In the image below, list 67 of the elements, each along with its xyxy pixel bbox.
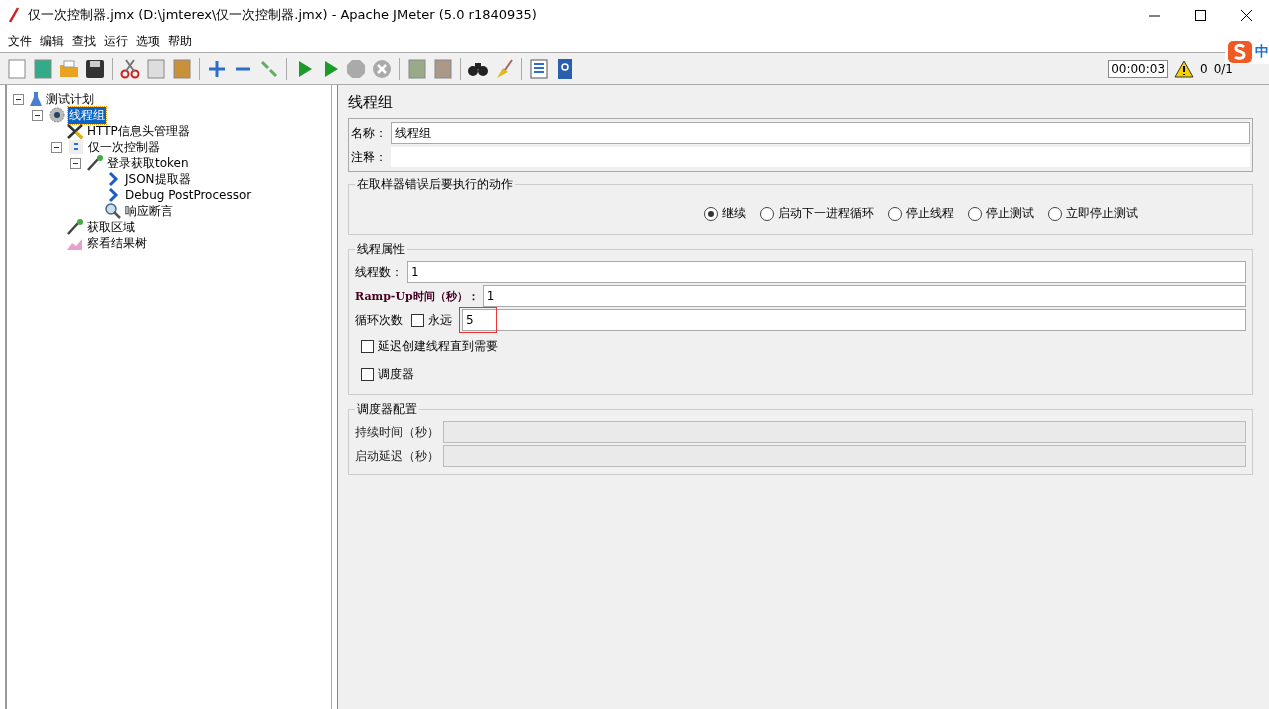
tree-item[interactable]: 获取区域	[86, 218, 136, 236]
maximize-icon	[1194, 9, 1206, 21]
highlight-box	[459, 307, 497, 333]
checkbox[interactable]: 调度器	[361, 365, 414, 383]
tree-item[interactable]: 仅一次控制器	[87, 138, 161, 156]
tree-item[interactable]: 察看结果树	[86, 234, 148, 252]
feather-icon	[8, 7, 20, 23]
close-icon	[1240, 9, 1252, 21]
loop-count-field[interactable]: 5	[462, 309, 1246, 331]
controller-icon	[67, 139, 85, 155]
magnifier-icon	[104, 203, 122, 219]
radio-option[interactable]: 立即停止测试	[1047, 205, 1138, 222]
tree-item[interactable]: HTTP信息头管理器	[86, 122, 191, 140]
ime-toolbar[interactable]: 中	[1225, 40, 1269, 64]
gear-icon	[48, 107, 66, 123]
collapse-toggle-icon[interactable]	[32, 109, 43, 121]
field-label: Ramp-Up时间（秒）：	[355, 288, 479, 304]
tree-item[interactable]: 测试计划	[45, 90, 95, 108]
pipette-icon	[86, 155, 104, 171]
elapsed-time: 00:00:03	[1108, 59, 1169, 78]
tree-item[interactable]: 响应断言	[124, 202, 174, 220]
checkbox[interactable]: 延迟创建线程直到需要	[361, 337, 498, 355]
forever-checkbox[interactable]: 永远	[411, 311, 452, 329]
warning-count: 0	[1200, 61, 1208, 76]
pipette-icon	[66, 219, 84, 235]
tools-icon	[66, 123, 84, 139]
radio-option[interactable]: 停止线程	[887, 205, 954, 222]
collapse-toggle-icon[interactable]	[13, 93, 24, 105]
menu-item[interactable]: 编辑	[40, 32, 64, 50]
field-label: 注释：	[351, 148, 387, 166]
tree-item[interactable]: 线程组	[68, 106, 106, 124]
panel-title: 线程组	[348, 93, 394, 112]
stop-icon[interactable]	[345, 57, 367, 80]
group-title: 在取样器错误后要执行的动作	[356, 176, 514, 193]
scissors-icon[interactable]	[119, 57, 141, 80]
shutdown-icon[interactable]	[371, 57, 393, 80]
threads-field[interactable]: 1	[407, 261, 1246, 283]
rampup-field[interactable]: 1	[482, 285, 1246, 307]
ime-logo-icon	[1227, 40, 1253, 64]
field-label: 线程数：	[355, 263, 403, 281]
radio-option[interactable]: 继续	[703, 205, 746, 222]
tree-item[interactable]: 登录获取token	[106, 154, 190, 172]
list-icon[interactable]	[528, 57, 550, 80]
new-file-icon[interactable]	[6, 57, 28, 80]
radio-option[interactable]: 停止测试	[967, 205, 1034, 222]
menu-item[interactable]: 帮助	[168, 32, 192, 50]
field-label: 启动延迟（秒）	[355, 447, 439, 465]
field-label: 循环次数	[355, 311, 403, 329]
name-field[interactable]: 线程组	[391, 122, 1250, 144]
thread-count: 0/1	[1213, 61, 1233, 76]
collapse-toggle-icon[interactable]	[51, 141, 62, 153]
tree-item[interactable]: JSON提取器	[124, 170, 192, 188]
group-title: 调度器配置	[356, 401, 418, 418]
menu-item[interactable]: 选项	[136, 32, 160, 50]
field-label: 名称：	[351, 124, 387, 142]
radio-option[interactable]: 启动下一进程循环	[759, 205, 874, 222]
group-title: 线程属性	[356, 241, 406, 258]
collapse-toggle-icon[interactable]	[70, 157, 81, 169]
flask-icon	[29, 91, 43, 107]
menu-item[interactable]: 运行	[104, 32, 128, 50]
save-icon[interactable]	[84, 57, 106, 80]
menu-item[interactable]: 文件	[8, 32, 32, 50]
tree-item[interactable]: Debug PostProcessor	[124, 188, 253, 202]
field-label: 持续时间（秒）	[355, 423, 439, 441]
window-title: 仅一次控制器.jmx (D:\jmterex\仅一次控制器.jmx) - Apache JMeter (5.0 r1840935)	[28, 6, 537, 24]
warning-icon[interactable]	[1174, 59, 1195, 78]
menu-item[interactable]: 查找	[72, 32, 96, 50]
